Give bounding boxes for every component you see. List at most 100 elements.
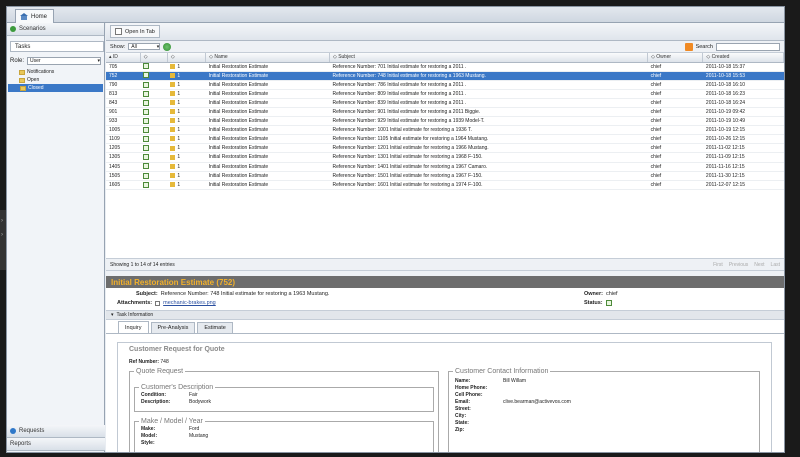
cell-owner: chief bbox=[647, 62, 703, 72]
priority-flag-icon bbox=[170, 63, 176, 69]
cell-id: 1405 bbox=[106, 162, 141, 172]
cell-phone-label: Cell Phone: bbox=[455, 391, 483, 398]
cell-priority: 1 bbox=[167, 152, 206, 163]
table-row[interactable]: 933 1 Initial Restoration Estimate Referenc… bbox=[106, 116, 784, 127]
sidebar-reports[interactable]: Reports bbox=[7, 438, 105, 451]
cell-name: Initial Restoration Estimate bbox=[205, 116, 330, 127]
column-header-created[interactable]: ◇ Created bbox=[702, 53, 784, 63]
subject-label: Subject: bbox=[136, 291, 158, 297]
priority-value: 1 bbox=[177, 172, 181, 179]
tab-home[interactable]: Home bbox=[15, 9, 55, 23]
tab-pre-analysis[interactable]: Pre-Analysis bbox=[150, 322, 196, 333]
model-row: Model: Mustang bbox=[141, 432, 433, 439]
chevron-down-icon: ▾ bbox=[97, 58, 100, 64]
table-body: 705 1 Initial Restoration Estimate Referenc… bbox=[106, 62, 784, 190]
folder-icon bbox=[19, 69, 25, 75]
state-row: State: bbox=[455, 419, 759, 426]
cell-owner: chief bbox=[647, 89, 703, 99]
table-row[interactable]: 1505 1 Initial Restoration Estimate Referen… bbox=[106, 171, 784, 181]
model-label: Model: bbox=[141, 432, 158, 439]
column-header-label: ID bbox=[112, 54, 118, 61]
column-header-id[interactable]: ▴ ID bbox=[106, 53, 141, 63]
sidebar-requests[interactable]: Requests bbox=[7, 425, 105, 438]
app-window: Home Scenarios Tasks Role: User ▾ Notifi… bbox=[6, 6, 785, 453]
pager-first[interactable]: First bbox=[713, 262, 723, 268]
task-check-icon bbox=[143, 90, 150, 97]
description-value: Bodywork bbox=[189, 398, 211, 405]
tree-item-closed[interactable]: Closed bbox=[8, 84, 103, 92]
open-in-tab-button[interactable]: Open In Tab bbox=[110, 25, 160, 38]
tab-inquiry[interactable]: Inquiry bbox=[118, 321, 149, 333]
cell-subject: Reference Number: 901 Initial estimate f… bbox=[329, 107, 648, 118]
priority-value: 1 bbox=[177, 163, 181, 170]
search-label: Search bbox=[695, 43, 713, 50]
zip-label: Zip: bbox=[455, 426, 465, 433]
column-header-priority[interactable]: ◇ bbox=[167, 53, 207, 63]
pager-last[interactable]: Last bbox=[771, 262, 780, 268]
task-information-bar[interactable]: ▾ Task Information bbox=[106, 310, 784, 320]
attachment-icon bbox=[155, 300, 161, 306]
column-header-label: Owner bbox=[656, 54, 672, 61]
rss-icon[interactable] bbox=[684, 42, 693, 51]
tasks-tab-label: Tasks bbox=[15, 43, 31, 50]
tree-item-open[interactable]: Open bbox=[7, 76, 104, 84]
table-row[interactable]: 1109 1 Initial Restoration Estimate Referen… bbox=[106, 134, 784, 145]
top-tab-bar: Home bbox=[7, 7, 784, 23]
tab-label: Pre-Analysis bbox=[157, 325, 189, 331]
table-row[interactable]: 705 1 Initial Restoration Estimate Referenc… bbox=[106, 62, 784, 72]
pager: Showing 1 to 14 of 14 entries First Prev… bbox=[106, 259, 784, 271]
cell-priority: 1 bbox=[167, 125, 206, 136]
column-header-name[interactable]: ◇ Name bbox=[205, 53, 330, 63]
requests-icon bbox=[10, 428, 16, 434]
table-row[interactable]: 1205 1 Initial Restoration Estimate Referen… bbox=[106, 143, 784, 154]
column-header-status[interactable]: ◇ bbox=[140, 53, 168, 63]
task-check-icon bbox=[143, 108, 150, 115]
cell-id: 705 bbox=[106, 62, 141, 72]
cell-id: 790 bbox=[106, 80, 141, 90]
priority-value: 1 bbox=[177, 154, 181, 161]
subject-row: Subject: Reference Number: 748 Initial e… bbox=[136, 291, 329, 297]
attachment-link[interactable]: mechanic-brakes.png bbox=[163, 300, 216, 306]
sidebar-scenarios[interactable]: Scenarios bbox=[7, 23, 104, 36]
pager-previous[interactable]: Previous bbox=[729, 262, 748, 268]
cell-status bbox=[140, 125, 168, 136]
column-header-subject[interactable]: ◇ Subject bbox=[329, 53, 649, 63]
cell-priority: 1 bbox=[167, 180, 206, 190]
pager-links: First Previous Next Last bbox=[713, 262, 780, 268]
tab-label: Estimate bbox=[204, 325, 226, 331]
priority-flag-icon bbox=[170, 109, 176, 115]
customer-contact-group: Customer Contact Information Name: Bill W… bbox=[448, 368, 760, 452]
refresh-icon[interactable] bbox=[163, 42, 172, 51]
table-row[interactable]: 1405 1 Initial Restoration Estimate Referen… bbox=[106, 162, 784, 172]
table-row[interactable]: 1305 1 Initial Restoration Estimate Referen… bbox=[106, 152, 784, 163]
table-row[interactable]: 1005 1 Initial Restoration Estimate Referen… bbox=[106, 125, 784, 136]
home-icon bbox=[20, 13, 28, 20]
show-select[interactable]: All ▾ bbox=[128, 43, 161, 50]
cell-owner: chief bbox=[647, 98, 703, 108]
task-check-icon bbox=[143, 181, 150, 188]
table-row[interactable]: 901 1 Initial Restoration Estimate Referenc… bbox=[106, 107, 784, 118]
attachments-row: Attachments: mechanic-brakes.png bbox=[117, 300, 216, 306]
filter-bar: Show: All ▾ Search bbox=[106, 41, 784, 53]
table-header: ▴ ID ◇ ◇ ◇ Name ◇ Subject ◇ Owner ◇ Crea… bbox=[106, 53, 784, 63]
role-select[interactable]: User ▾ bbox=[27, 57, 101, 65]
tab-estimate[interactable]: Estimate bbox=[197, 322, 233, 333]
cell-owner: chief bbox=[647, 162, 703, 172]
column-header-owner[interactable]: ◇ Owner bbox=[647, 53, 704, 63]
cell-subject: Reference Number: 929 Initial estimate f… bbox=[329, 116, 648, 127]
priority-flag-icon bbox=[170, 136, 176, 142]
table-row[interactable]: 1605 1 Initial Restoration Estimate Referen… bbox=[106, 180, 784, 190]
search-input[interactable] bbox=[716, 42, 780, 51]
role-select-value: User bbox=[30, 58, 41, 64]
cell-id: 843 bbox=[106, 98, 141, 108]
cell-created: 2011-10-19 12:15 bbox=[702, 125, 784, 136]
quote-request-legend: Quote Request bbox=[136, 368, 184, 375]
tasks-tab[interactable]: Tasks bbox=[10, 41, 104, 52]
table-row[interactable]: 790 1 Initial Restoration Estimate Referenc… bbox=[106, 80, 784, 90]
priority-value: 1 bbox=[177, 136, 181, 143]
tree-item-notifications[interactable]: Notifications bbox=[7, 68, 104, 76]
pager-next[interactable]: Next bbox=[754, 262, 764, 268]
table-row[interactable]: 843 1 Initial Restoration Estimate Referenc… bbox=[106, 98, 784, 108]
table-row[interactable]: 813 1 Initial Restoration Estimate Referenc… bbox=[106, 89, 784, 99]
table-row[interactable]: 752 1 Initial Restoration Estimate Referenc… bbox=[106, 71, 784, 81]
